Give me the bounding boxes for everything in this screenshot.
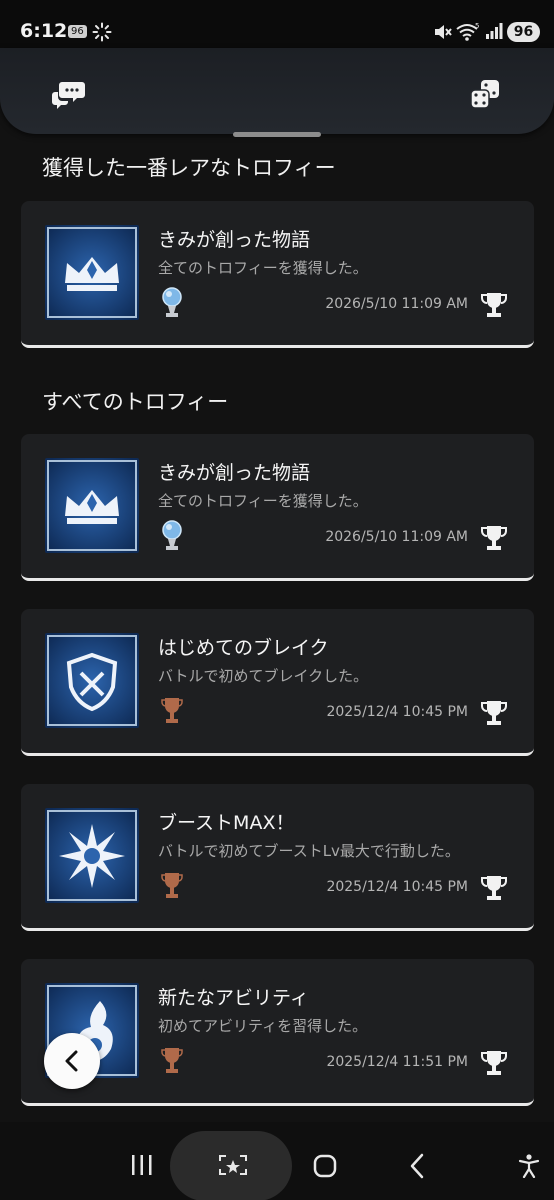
trophy-thumbnail (45, 225, 139, 320)
home-icon[interactable] (313, 1154, 337, 1178)
trophy-thumbnail (45, 633, 139, 728)
bronze-trophy-icon (161, 698, 183, 723)
mute-icon (435, 25, 452, 39)
floating-back-button[interactable] (44, 1033, 100, 1089)
rarest-trophy-card[interactable]: きみが創った物語 全てのトロフィーを獲得した。 2026/5/10 11:09 … (21, 201, 534, 348)
trophy-description: バトルで初めてブレイクした。 (158, 667, 369, 685)
trophy-date: 2025/12/4 10:45 PM (326, 704, 468, 720)
drag-handle[interactable] (233, 132, 321, 137)
chat-bubbles-icon[interactable] (52, 80, 86, 110)
trophy-icon (481, 526, 507, 550)
trophy-description: 全てのトロフィーを獲得した。 (158, 492, 368, 510)
accessibility-icon[interactable] (518, 1154, 540, 1178)
trophy-title: きみが創った物語 (158, 229, 311, 251)
trophy-icon (481, 701, 507, 725)
trophy-description: バトルで初めてブーストLv最大で行動した。 (158, 842, 460, 860)
dice-icon[interactable] (470, 79, 500, 109)
platinum-trophy-icon (162, 287, 182, 317)
rarest-section-title: 獲得した一番レアなトロフィー (42, 156, 336, 180)
bronze-trophy-icon (161, 1048, 183, 1073)
trophy-description: 初めてアビリティを習得した。 (158, 1017, 368, 1035)
platinum-trophy-icon (162, 520, 182, 550)
all-trophies-section-title: すべてのトロフィー (42, 390, 229, 414)
recents-icon[interactable] (130, 1154, 154, 1176)
trophy-card[interactable]: きみが創った物語 全てのトロフィーを獲得した。 2026/5/10 11:09 … (21, 434, 534, 581)
trophy-icon (481, 1051, 507, 1075)
trophy-title: きみが創った物語 (158, 462, 311, 484)
status-time: 6:12 (20, 20, 68, 42)
trophy-date: 2025/12/4 11:51 PM (326, 1054, 468, 1070)
trophy-card[interactable]: はじめてのブレイク バトルで初めてブレイクした。 2025/12/4 10:45… (21, 609, 534, 756)
trophy-date: 2026/5/10 11:09 AM (325, 296, 468, 312)
bronze-trophy-icon (161, 873, 183, 898)
svg-text:5: 5 (475, 22, 479, 30)
trophy-description: 全てのトロフィーを獲得した。 (158, 259, 368, 277)
back-icon[interactable] (408, 1153, 426, 1179)
notification-badge: 96 (68, 25, 87, 38)
trophy-thumbnail (45, 458, 139, 553)
trophy-thumbnail (45, 808, 139, 903)
spinner-icon (92, 22, 112, 42)
trophy-title: ブーストMAX！ (158, 812, 295, 834)
trophy-card[interactable]: ブーストMAX！ バトルで初めてブーストLv最大で行動した。 2025/12/4… (21, 784, 534, 931)
trophy-date: 2025/12/4 10:45 PM (326, 879, 468, 895)
navigation-bar (0, 1122, 554, 1200)
signal-icon (486, 23, 503, 39)
trophy-title: はじめてのブレイク (158, 637, 329, 659)
trophy-date: 2026/5/10 11:09 AM (325, 529, 468, 545)
trophy-card[interactable]: 新たなアビリティ 初めてアビリティを習得した。 2025/12/4 11:51 … (21, 959, 534, 1106)
chevron-left-icon (65, 1050, 78, 1072)
wifi-icon: 5 (456, 22, 479, 41)
trophy-icon (481, 876, 507, 900)
capture-icon[interactable] (218, 1154, 248, 1176)
trophy-icon (481, 293, 507, 317)
trophy-title: 新たなアビリティ (158, 987, 309, 1009)
battery-indicator: 96 (507, 22, 540, 42)
